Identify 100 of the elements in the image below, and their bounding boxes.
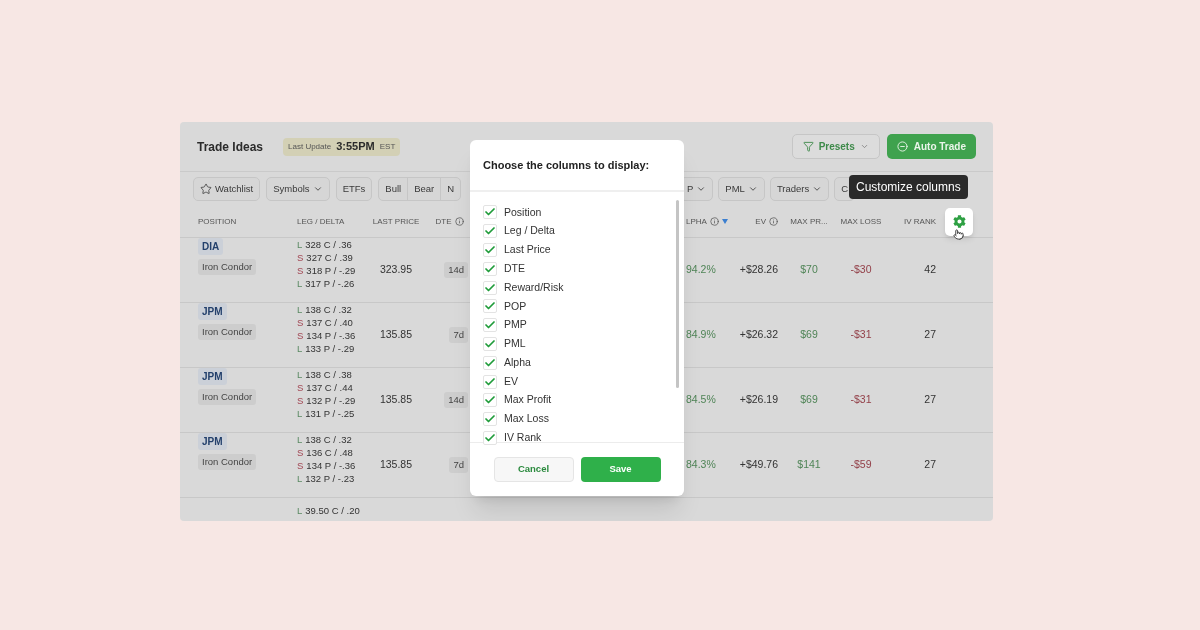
leg-delta: 327 C / .39 (306, 251, 353, 264)
column-option[interactable]: Leg / Delta (504, 223, 555, 240)
column-option[interactable]: PMP (504, 317, 527, 334)
column-option[interactable]: PML (504, 336, 526, 352)
time-zone: EST (379, 140, 396, 153)
column-header[interactable]: LPHA (686, 215, 707, 228)
filter-segment[interactable]: N (441, 178, 461, 200)
leg-delta: 137 C / .44 (306, 381, 353, 394)
chevron-down-icon (812, 184, 823, 194)
column-option[interactable]: Position (504, 204, 542, 221)
ev-value: +$26.19 (739, 392, 778, 408)
checkbox[interactable] (483, 430, 497, 445)
cancel-button[interactable]: Cancel (493, 457, 574, 482)
iv-rank: 27 (924, 457, 936, 473)
leg-side: L (297, 342, 303, 355)
column-header[interactable]: LAST PRICE (372, 215, 420, 228)
check-icon (484, 262, 496, 275)
filter-dropdown[interactable]: Traders (769, 177, 830, 201)
check-icon (484, 281, 496, 294)
strategy-tag: Iron Condor (198, 389, 257, 406)
checkbox[interactable] (483, 336, 497, 351)
leg-side: L (297, 277, 303, 290)
iv-rank: 27 (924, 327, 936, 343)
leg-delta: 138 C / .38 (305, 368, 352, 381)
watchlist-filter[interactable]: Watchlist (193, 177, 261, 201)
check-icon (484, 356, 496, 369)
leg-side: S (297, 316, 304, 329)
max-profit: $69 (800, 392, 818, 408)
checkbox[interactable] (483, 374, 497, 389)
leg-side: S (297, 446, 304, 459)
leg-side: S (297, 394, 304, 407)
max-loss: -$30 (850, 262, 872, 278)
checkbox[interactable] (483, 393, 497, 408)
checkbox[interactable] (483, 224, 497, 239)
checkbox[interactable] (483, 412, 497, 427)
chevron-down-icon (747, 184, 758, 194)
leg-delta: 138 C / .32 (305, 303, 352, 316)
column-option[interactable]: Reward/Risk (504, 279, 564, 296)
filter-chip[interactable]: ETFs (335, 177, 373, 201)
checkbox[interactable] (483, 243, 497, 257)
column-header[interactable]: EV (755, 215, 766, 228)
column-option[interactable]: Alpha (504, 354, 531, 371)
column-header[interactable]: LEG / DELTA (297, 215, 345, 228)
column-option[interactable]: Last Price (504, 242, 551, 258)
tooltip: Customize columns (849, 175, 968, 199)
dte-badge: 7d (449, 456, 468, 474)
leg-delta: 138 C / .32 (305, 433, 352, 446)
symbol-tag[interactable]: JPM (198, 303, 227, 320)
chevron-down-icon (312, 184, 323, 194)
max-profit: $70 (800, 262, 818, 278)
max-loss: -$59 (850, 457, 872, 473)
column-option[interactable]: Max Profit (504, 392, 552, 409)
column-header[interactable]: MAX PR... (790, 215, 828, 228)
symbol-tag[interactable]: JPM (198, 368, 227, 385)
checkbox[interactable] (483, 280, 497, 295)
panel-title: Trade Ideas (197, 138, 264, 156)
leg-side: S (297, 459, 304, 472)
column-option[interactable]: DTE (504, 260, 525, 277)
check-icon (484, 244, 496, 256)
column-option[interactable]: Max Loss (504, 411, 549, 428)
leg-delta: 136 C / .48 (306, 446, 353, 459)
column-header[interactable]: POSITION (198, 215, 237, 228)
leg-side: L (297, 472, 303, 485)
leg-delta: 132 P / -.29 (306, 394, 356, 407)
filter-segment[interactable]: Bull (379, 178, 409, 200)
checkbox[interactable] (483, 261, 497, 276)
symbol-tag[interactable]: JPM (198, 433, 227, 450)
checkbox[interactable] (483, 205, 497, 220)
leg-side: L (297, 504, 303, 517)
checkbox[interactable] (483, 318, 497, 333)
dte-badge: 14d (444, 261, 468, 279)
pointer-cursor-icon (953, 229, 964, 240)
column-option[interactable]: EV (504, 373, 518, 390)
filter-dropdown[interactable]: Symbols (266, 177, 330, 201)
max-profit: $69 (800, 327, 818, 343)
column-option[interactable]: POP (504, 298, 527, 315)
checkbox[interactable] (483, 355, 497, 370)
settings-button[interactable] (945, 207, 973, 236)
scrollbar[interactable] (676, 200, 679, 388)
column-header[interactable]: MAX LOSS (840, 215, 882, 228)
last-update-label: Last Update (288, 140, 332, 153)
column-option[interactable]: IV Rank (504, 430, 542, 446)
leg-side: L (297, 407, 303, 420)
symbol-tag[interactable]: DIA (198, 238, 224, 255)
filter-dropdown[interactable]: PML (718, 177, 765, 201)
star-icon (200, 183, 212, 195)
check-icon (484, 375, 496, 388)
column-header[interactable]: IV RANK (904, 215, 936, 228)
dialog-title: Choose the columns to display: (483, 157, 650, 173)
strategy-tag: Iron Condor (198, 454, 257, 471)
last-price: 135.85 (379, 327, 413, 343)
iv-rank: 27 (924, 392, 936, 408)
column-header[interactable]: DTE (435, 215, 452, 228)
max-loss: -$31 (850, 392, 872, 408)
leg-delta: 131 P / -.25 (305, 407, 355, 420)
dte-badge: 7d (449, 326, 468, 344)
leg-delta: 134 P / -.36 (306, 329, 356, 342)
checkbox[interactable] (483, 299, 497, 314)
filter-segment[interactable]: Bear (408, 178, 442, 200)
leg-delta: 134 P / -.36 (306, 459, 356, 472)
